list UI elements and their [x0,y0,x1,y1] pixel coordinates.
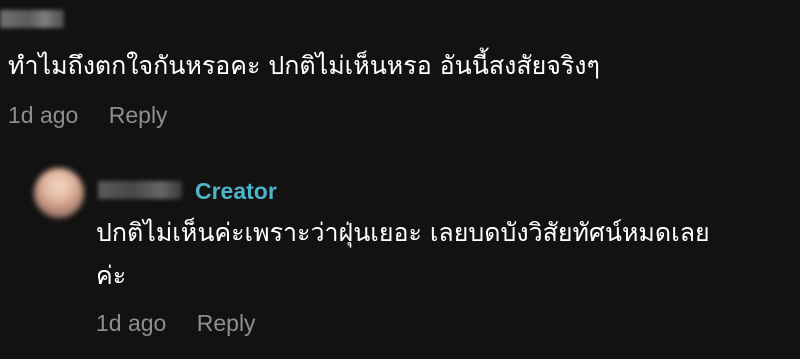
avatar[interactable] [34,168,84,218]
username-blurred[interactable] [0,10,64,28]
creator-badge: Creator [195,178,277,204]
reply-meta: 1d ago Reply [96,308,256,338]
timestamp: 1d ago [8,102,79,128]
reply-text-line-2: ค่ะ [96,261,127,290]
reply-button[interactable]: Reply [109,102,168,128]
reply-text-line-1: ปกติไม่เห็นค่ะเพราะว่าฝุ่นเยอะ เลยบดบังว… [96,218,710,247]
comment-text: ทำไมถึงตกใจกันหรอคะ ปกติไม่เห็นหรอ อันนี… [8,51,600,80]
username-blurred[interactable] [98,181,182,199]
reply-button[interactable]: Reply [197,310,256,336]
timestamp: 1d ago [96,310,167,336]
comment-meta: 1d ago Reply [8,100,168,130]
